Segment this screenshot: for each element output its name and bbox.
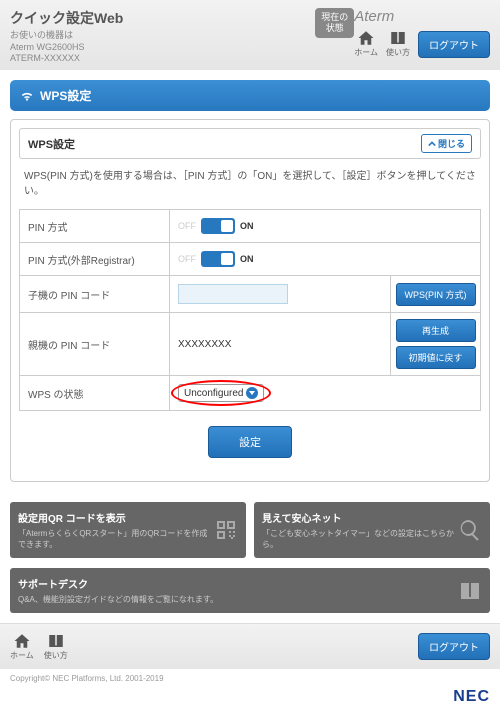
chevron-down-icon	[246, 387, 258, 399]
brand-logo: Aterm	[354, 8, 485, 25]
description-text: WPS(PIN 方式)を使用する場合は、［PIN 方式］の「ON」を選択して、［…	[19, 159, 481, 209]
row-child-pin: 子機の PIN コード WPS(PIN 方式)	[20, 276, 481, 313]
pin-registrar-toggle[interactable]	[201, 251, 235, 267]
row-wps-state: WPS の状態 Unconfigured	[20, 376, 481, 411]
qr-icon	[214, 518, 238, 542]
row-parent-pin: 親機の PIN コード XXXXXXXX 再生成 初期値に戻す	[20, 313, 481, 376]
pin-method-toggle[interactable]	[201, 218, 235, 234]
safety-card[interactable]: 見えて安心ネット 「こども安心ネットタイマー」などの設定はこちらから。	[254, 502, 490, 558]
status-button[interactable]: 現在の 状態	[315, 8, 354, 38]
qr-card[interactable]: 設定用QR コードを表示 「AtermらくらくQRスタート」用のQRコードを作成…	[10, 502, 246, 558]
wifi-icon	[20, 89, 34, 103]
wps-pin-button[interactable]: WPS(PIN 方式)	[396, 283, 476, 306]
footer-help[interactable]: 使い方	[44, 632, 68, 661]
book-icon	[47, 632, 65, 650]
settings-table: PIN 方式 OFF ON PIN 方式(外部Registrar) OFF	[19, 209, 481, 411]
close-button[interactable]: 閉じる	[421, 134, 472, 153]
book-icon	[389, 29, 407, 47]
row-pin-method: PIN 方式 OFF ON	[20, 210, 481, 243]
settings-panel: WPS設定 閉じる WPS(PIN 方式)を使用する場合は、［PIN 方式］の「…	[10, 119, 490, 482]
footer-logout-button[interactable]: ログアウト	[418, 633, 490, 660]
regenerate-button[interactable]: 再生成	[396, 319, 476, 342]
row-pin-registrar: PIN 方式(外部Registrar) OFF ON	[20, 243, 481, 276]
footer-home[interactable]: ホーム	[10, 632, 34, 661]
top-bar: クイック設定Web お使いの機器は Aterm WG2600HS ATERM-X…	[0, 0, 500, 70]
page-title: クイック設定Web	[10, 8, 305, 28]
parent-pin-value: XXXXXXXX	[170, 313, 391, 376]
logout-button[interactable]: ログアウト	[418, 31, 490, 58]
copyright: Copyright© NEC Platforms, Ltd. 2001-2019	[0, 669, 500, 688]
child-pin-input[interactable]	[178, 284, 288, 304]
reset-button[interactable]: 初期値に戻す	[396, 346, 476, 369]
submit-button[interactable]: 設定	[208, 426, 292, 458]
book-icon	[458, 579, 482, 603]
magnifier-icon	[458, 518, 482, 542]
nav-home[interactable]: ホーム	[354, 29, 378, 58]
wps-state-dropdown[interactable]: Unconfigured	[178, 384, 264, 402]
nec-logo: NEC	[0, 688, 500, 711]
chevron-up-icon	[428, 140, 436, 148]
panel-header: WPS設定 閉じる	[19, 128, 481, 159]
section-header: WPS設定	[10, 80, 490, 111]
support-card[interactable]: サポートデスク Q&A、機能別設定ガイドなどの情報をご覧になれます。	[10, 568, 490, 613]
footer-bar: ホーム 使い方 ログアウト	[0, 623, 500, 669]
home-icon	[357, 29, 375, 47]
device-info: お使いの機器は Aterm WG2600HS ATERM-XXXXXX	[10, 30, 305, 65]
nav-help[interactable]: 使い方	[386, 29, 410, 58]
home-icon	[13, 632, 31, 650]
